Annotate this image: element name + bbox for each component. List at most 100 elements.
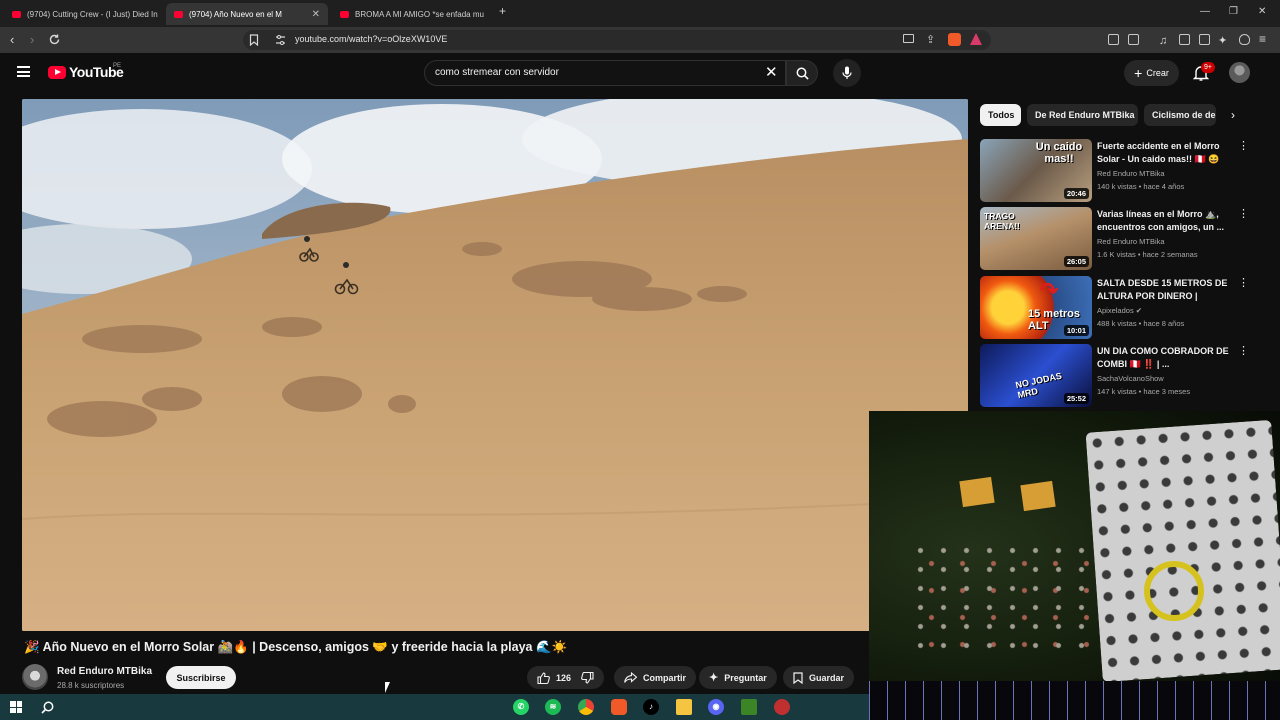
sidebar-icon[interactable] (1179, 34, 1190, 45)
discord-icon[interactable]: ◉ (708, 699, 724, 715)
video-duration: 10:01 (1063, 325, 1089, 336)
file-explorer-icon[interactable] (676, 699, 692, 715)
bookmark-icon[interactable] (249, 34, 259, 46)
tab-title: (9704) Cutting Crew - (I Just) Died In (27, 9, 158, 19)
youtube-favicon-icon (340, 10, 349, 18)
recommendation-title: UN DIA COMO COBRADOR DE COMBI 🇵🇪 ‼️ | ..… (1097, 346, 1229, 369)
tab-cutting-crew[interactable]: (9704) Cutting Crew - (I Just) Died In (4, 3, 164, 25)
recommendation-meta: 1.6 K vistas • hace 2 semanas (1097, 250, 1198, 259)
url-text: youtube.com/watch?v=oOlzeXW10VE (295, 34, 448, 44)
recommendation-item[interactable]: NO JODAS MRD 25:52 UN DIA COMO COBRADOR … (980, 344, 1250, 408)
wallet-icon[interactable] (1199, 34, 1210, 45)
cheese-piece-image (959, 476, 995, 508)
more-options-icon[interactable]: ⋮ (1238, 139, 1249, 153)
keyboard-image (869, 681, 1280, 720)
channel-name[interactable]: Red Enduro MTBika (57, 666, 152, 677)
create-button[interactable]: + Crear (1124, 60, 1179, 86)
video-thumbnail[interactable]: TRAGO ARENA!! 26:05 (980, 207, 1092, 270)
ask-button[interactable]: ✦ Preguntar (699, 666, 777, 689)
app-icon[interactable] (774, 699, 790, 715)
country-code: PE (113, 63, 122, 69)
more-options-icon[interactable]: ⋮ (1238, 344, 1249, 358)
channel-avatar[interactable] (22, 664, 48, 690)
video-duration: 25:52 (1063, 393, 1089, 404)
share-icon[interactable]: ⇪ (926, 33, 935, 46)
recommendation-channel[interactable]: SachaVolcanoShow (1097, 374, 1164, 383)
vpn-shield-icon[interactable] (1239, 34, 1250, 45)
chip-ciclismo[interactable]: Ciclismo de de (1144, 104, 1216, 126)
extensions-icon[interactable] (1108, 34, 1119, 45)
youtube-favicon-icon (174, 10, 183, 18)
url-field[interactable]: youtube.com/watch?v=oOlzeXW10VE ⇪ (243, 30, 991, 50)
tab-broma[interactable]: BROMA A MI AMIGO *se enfada mu (332, 3, 494, 25)
browser-menu-icon[interactable]: ≡ (1259, 31, 1266, 47)
cast-icon[interactable] (903, 34, 914, 43)
search-input[interactable]: como stremear con servidor ✕ (424, 60, 786, 86)
youtube-favicon-icon (12, 10, 21, 18)
close-window-button[interactable]: ✕ (1258, 6, 1266, 17)
recommendation-item[interactable]: Un caido mas!! 20:46 Fuerte accidente en… (980, 139, 1250, 203)
brave-rewards-icon[interactable] (970, 33, 982, 45)
site-settings-icon[interactable] (275, 35, 286, 45)
tab-title: (9704) Año Nuevo en el M (189, 9, 282, 19)
recommendation-channel[interactable]: Red Enduro MTBika (1097, 237, 1165, 246)
cheese-piece-image (1020, 480, 1056, 512)
leo-ai-icon[interactable]: ✦ (1218, 33, 1227, 49)
subscribe-button[interactable]: Suscribirse (166, 666, 236, 689)
chips-next-icon[interactable]: › (1223, 104, 1243, 126)
more-options-icon[interactable]: ⋮ (1238, 207, 1249, 221)
minecraft-icon[interactable] (741, 699, 757, 715)
close-tab-icon[interactable]: ✕ (312, 9, 320, 20)
more-options-icon[interactable]: ⋮ (1238, 276, 1249, 290)
back-icon[interactable]: ‹ (10, 32, 14, 48)
spotify-icon[interactable]: ≋ (545, 699, 561, 715)
brave-icon[interactable] (611, 699, 627, 715)
tab-ano-nuevo[interactable]: (9704) Año Nuevo en el M ✕ (166, 3, 328, 25)
microphone-icon (842, 66, 852, 79)
whatsapp-icon[interactable]: ✆ (513, 699, 529, 715)
recommendation-channel[interactable]: Apixelados ✔ (1097, 306, 1142, 315)
recommendation-item[interactable]: ↷ 15 metros ALT 10:01 SALTA DESDE 15 MET… (980, 276, 1250, 340)
extension-icon[interactable] (1128, 34, 1139, 45)
reload-icon[interactable] (48, 33, 61, 46)
clear-search-icon[interactable]: ✕ (765, 64, 778, 82)
recommendation-meta: 147 k vistas • hace 3 meses (1097, 387, 1191, 396)
video-thumbnail[interactable]: Un caido mas!! 20:46 (980, 139, 1092, 202)
plus-icon: + (1134, 65, 1143, 81)
brave-shields-icon[interactable] (948, 33, 961, 46)
save-button[interactable]: Guardar (783, 666, 855, 689)
recommendation-title: SALTA DESDE 15 METROS DE ALTURA POR DINE… (1097, 278, 1228, 301)
recommendation-item[interactable]: TRAGO ARENA!! 26:05 Varias líneas en el … (980, 207, 1250, 271)
media-icon[interactable]: ♫ (1159, 33, 1167, 49)
minimize-button[interactable]: — (1200, 6, 1210, 17)
search-icon (796, 67, 809, 80)
taskbar-search-icon[interactable] (41, 701, 54, 714)
user-avatar[interactable] (1229, 62, 1250, 83)
recommendation-channel[interactable]: Red Enduro MTBika (1097, 169, 1165, 178)
hamburger-menu-icon[interactable] (17, 66, 30, 77)
windows-start-icon[interactable] (10, 701, 22, 713)
share-button[interactable]: Compartir (614, 666, 697, 689)
maximize-button[interactable]: ❐ (1229, 6, 1238, 17)
like-count: 126 (556, 672, 572, 683)
new-tab-button[interactable]: + (499, 4, 506, 18)
scissors-image (1144, 561, 1204, 621)
voice-search-button[interactable] (833, 59, 861, 87)
chip-todos[interactable]: Todos (980, 104, 1021, 126)
dislike-button[interactable] (581, 666, 605, 689)
recommendation-meta: 140 k vistas • hace 4 años (1097, 182, 1185, 191)
thumbnail-text: Un caido mas!! (1035, 141, 1083, 165)
tiktok-icon[interactable]: ♪ (643, 699, 659, 715)
forward-icon[interactable]: › (30, 32, 34, 48)
browser-tab-bar: (9704) Cutting Crew - (I Just) Died In (… (0, 0, 1280, 27)
video-frame (22, 99, 968, 631)
video-player[interactable] (22, 99, 968, 631)
thumbs-up-icon (537, 671, 550, 684)
chip-channel[interactable]: De Red Enduro MTBika (1027, 104, 1138, 126)
video-thumbnail[interactable]: NO JODAS MRD 25:52 (980, 344, 1092, 407)
chrome-icon[interactable] (578, 699, 594, 715)
save-bookmark-icon (793, 671, 803, 684)
search-button[interactable] (786, 60, 818, 86)
foam-board-image (1085, 419, 1280, 683)
video-thumbnail[interactable]: ↷ 15 metros ALT 10:01 (980, 276, 1092, 339)
